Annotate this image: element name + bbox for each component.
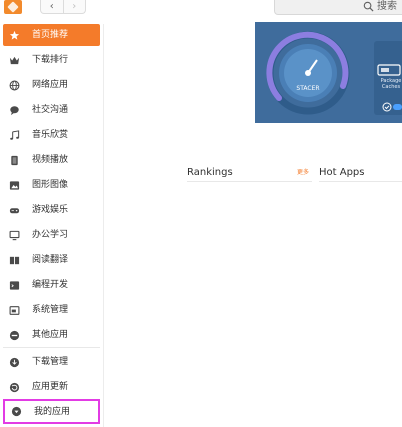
sidebar-item-music[interactable]: 音乐欣赏	[3, 124, 100, 146]
package-caches-label: Package Caches	[380, 78, 402, 90]
star-icon	[8, 29, 20, 41]
sidebar-item-graphics[interactable]: 图形图像	[3, 174, 100, 196]
sidebar-item-label: 音乐欣赏	[32, 130, 69, 140]
sidebar-item-label: 系统管理	[32, 305, 69, 315]
search-input[interactable]: 搜索	[274, 0, 402, 15]
back-button[interactable]: ‹	[41, 0, 64, 13]
sidebar-item-label: 图形图像	[32, 180, 69, 190]
sidebar-item-other[interactable]: 其他应用	[3, 324, 100, 346]
globe-icon	[8, 79, 20, 91]
sidebar-item-label: 视频播放	[32, 155, 69, 165]
sidebar-item-label: 应用更新	[32, 382, 69, 392]
rankings-more-link[interactable]: 更多	[297, 169, 309, 177]
sidebar-item-download-manager[interactable]: 下载管理	[3, 351, 100, 373]
sidebar-item-label: 游戏娱乐	[32, 205, 69, 215]
hot-apps-underline	[319, 181, 402, 182]
sidebar-item-social[interactable]: 社交沟通	[3, 99, 100, 121]
toggle-check-icon	[382, 102, 402, 112]
sidebar-item-label: 其他应用	[32, 330, 69, 340]
sidebar-item-programming[interactable]: 编程开发	[3, 274, 100, 296]
sidebar-divider	[3, 347, 100, 348]
rankings-underline	[187, 181, 312, 182]
search-icon	[363, 1, 374, 12]
more-icon	[8, 329, 20, 341]
top-bar: ‹ › 搜索	[0, 0, 402, 16]
sidebar-item-my-apps[interactable]: 我的应用	[3, 399, 100, 424]
sidebar-item-label: 网络应用	[32, 80, 69, 90]
picture-icon	[8, 179, 20, 191]
search-placeholder: 搜索	[377, 1, 397, 12]
crown-icon	[8, 54, 20, 66]
navigation-buttons: ‹ ›	[40, 0, 86, 14]
monitor-icon	[8, 229, 20, 241]
sidebar-item-app-updates[interactable]: 应用更新	[3, 376, 100, 398]
my-apps-icon	[10, 406, 22, 418]
sidebar-item-label: 下载管理	[32, 357, 69, 367]
sidebar-item-label: 编程开发	[32, 280, 69, 290]
music-note-icon	[8, 129, 20, 141]
sidebar-item-reading[interactable]: 阅读翻译	[3, 249, 100, 271]
sidebar-item-games[interactable]: 游戏娱乐	[3, 199, 100, 221]
download-icon	[8, 356, 20, 368]
sidebar: 首页推荐 下载排行 网络应用 社交沟通 音乐欣赏 视频播放 图形图像 游戏娱乐 …	[0, 24, 104, 427]
hot-apps-title: Hot Apps	[319, 167, 365, 178]
banner-dial-text: STACER	[296, 85, 319, 92]
forward-button[interactable]: ›	[64, 0, 86, 13]
update-icon	[8, 381, 20, 393]
sidebar-item-download-ranking[interactable]: 下载排行	[3, 49, 100, 71]
sidebar-item-office[interactable]: 办公学习	[3, 224, 100, 246]
sidebar-item-network-apps[interactable]: 网络应用	[3, 74, 100, 96]
sidebar-item-label: 阅读翻译	[32, 255, 69, 265]
box-icon	[377, 64, 401, 76]
sidebar-item-system[interactable]: 系统管理	[3, 299, 100, 321]
sidebar-item-label: 首页推荐	[32, 30, 69, 40]
featured-banner[interactable]: STACER Package Caches	[255, 22, 402, 123]
chat-bubble-icon	[8, 104, 20, 116]
sidebar-item-label: 下载排行	[32, 55, 69, 65]
sidebar-item-label: 我的应用	[34, 406, 71, 417]
book-icon	[8, 254, 20, 266]
sidebar-item-video[interactable]: 视频播放	[3, 149, 100, 171]
sidebar-item-label: 办公学习	[32, 230, 69, 240]
app-store-logo-icon	[4, 0, 22, 14]
code-icon	[8, 279, 20, 291]
stacer-gauge-icon: STACER	[266, 31, 350, 115]
sidebar-item-home-recommend[interactable]: 首页推荐	[3, 24, 100, 46]
rankings-title: Rankings	[187, 167, 233, 178]
gamepad-icon	[8, 204, 20, 216]
terminal-icon	[8, 304, 20, 316]
film-icon	[8, 154, 20, 166]
sidebar-item-label: 社交沟通	[32, 105, 69, 115]
